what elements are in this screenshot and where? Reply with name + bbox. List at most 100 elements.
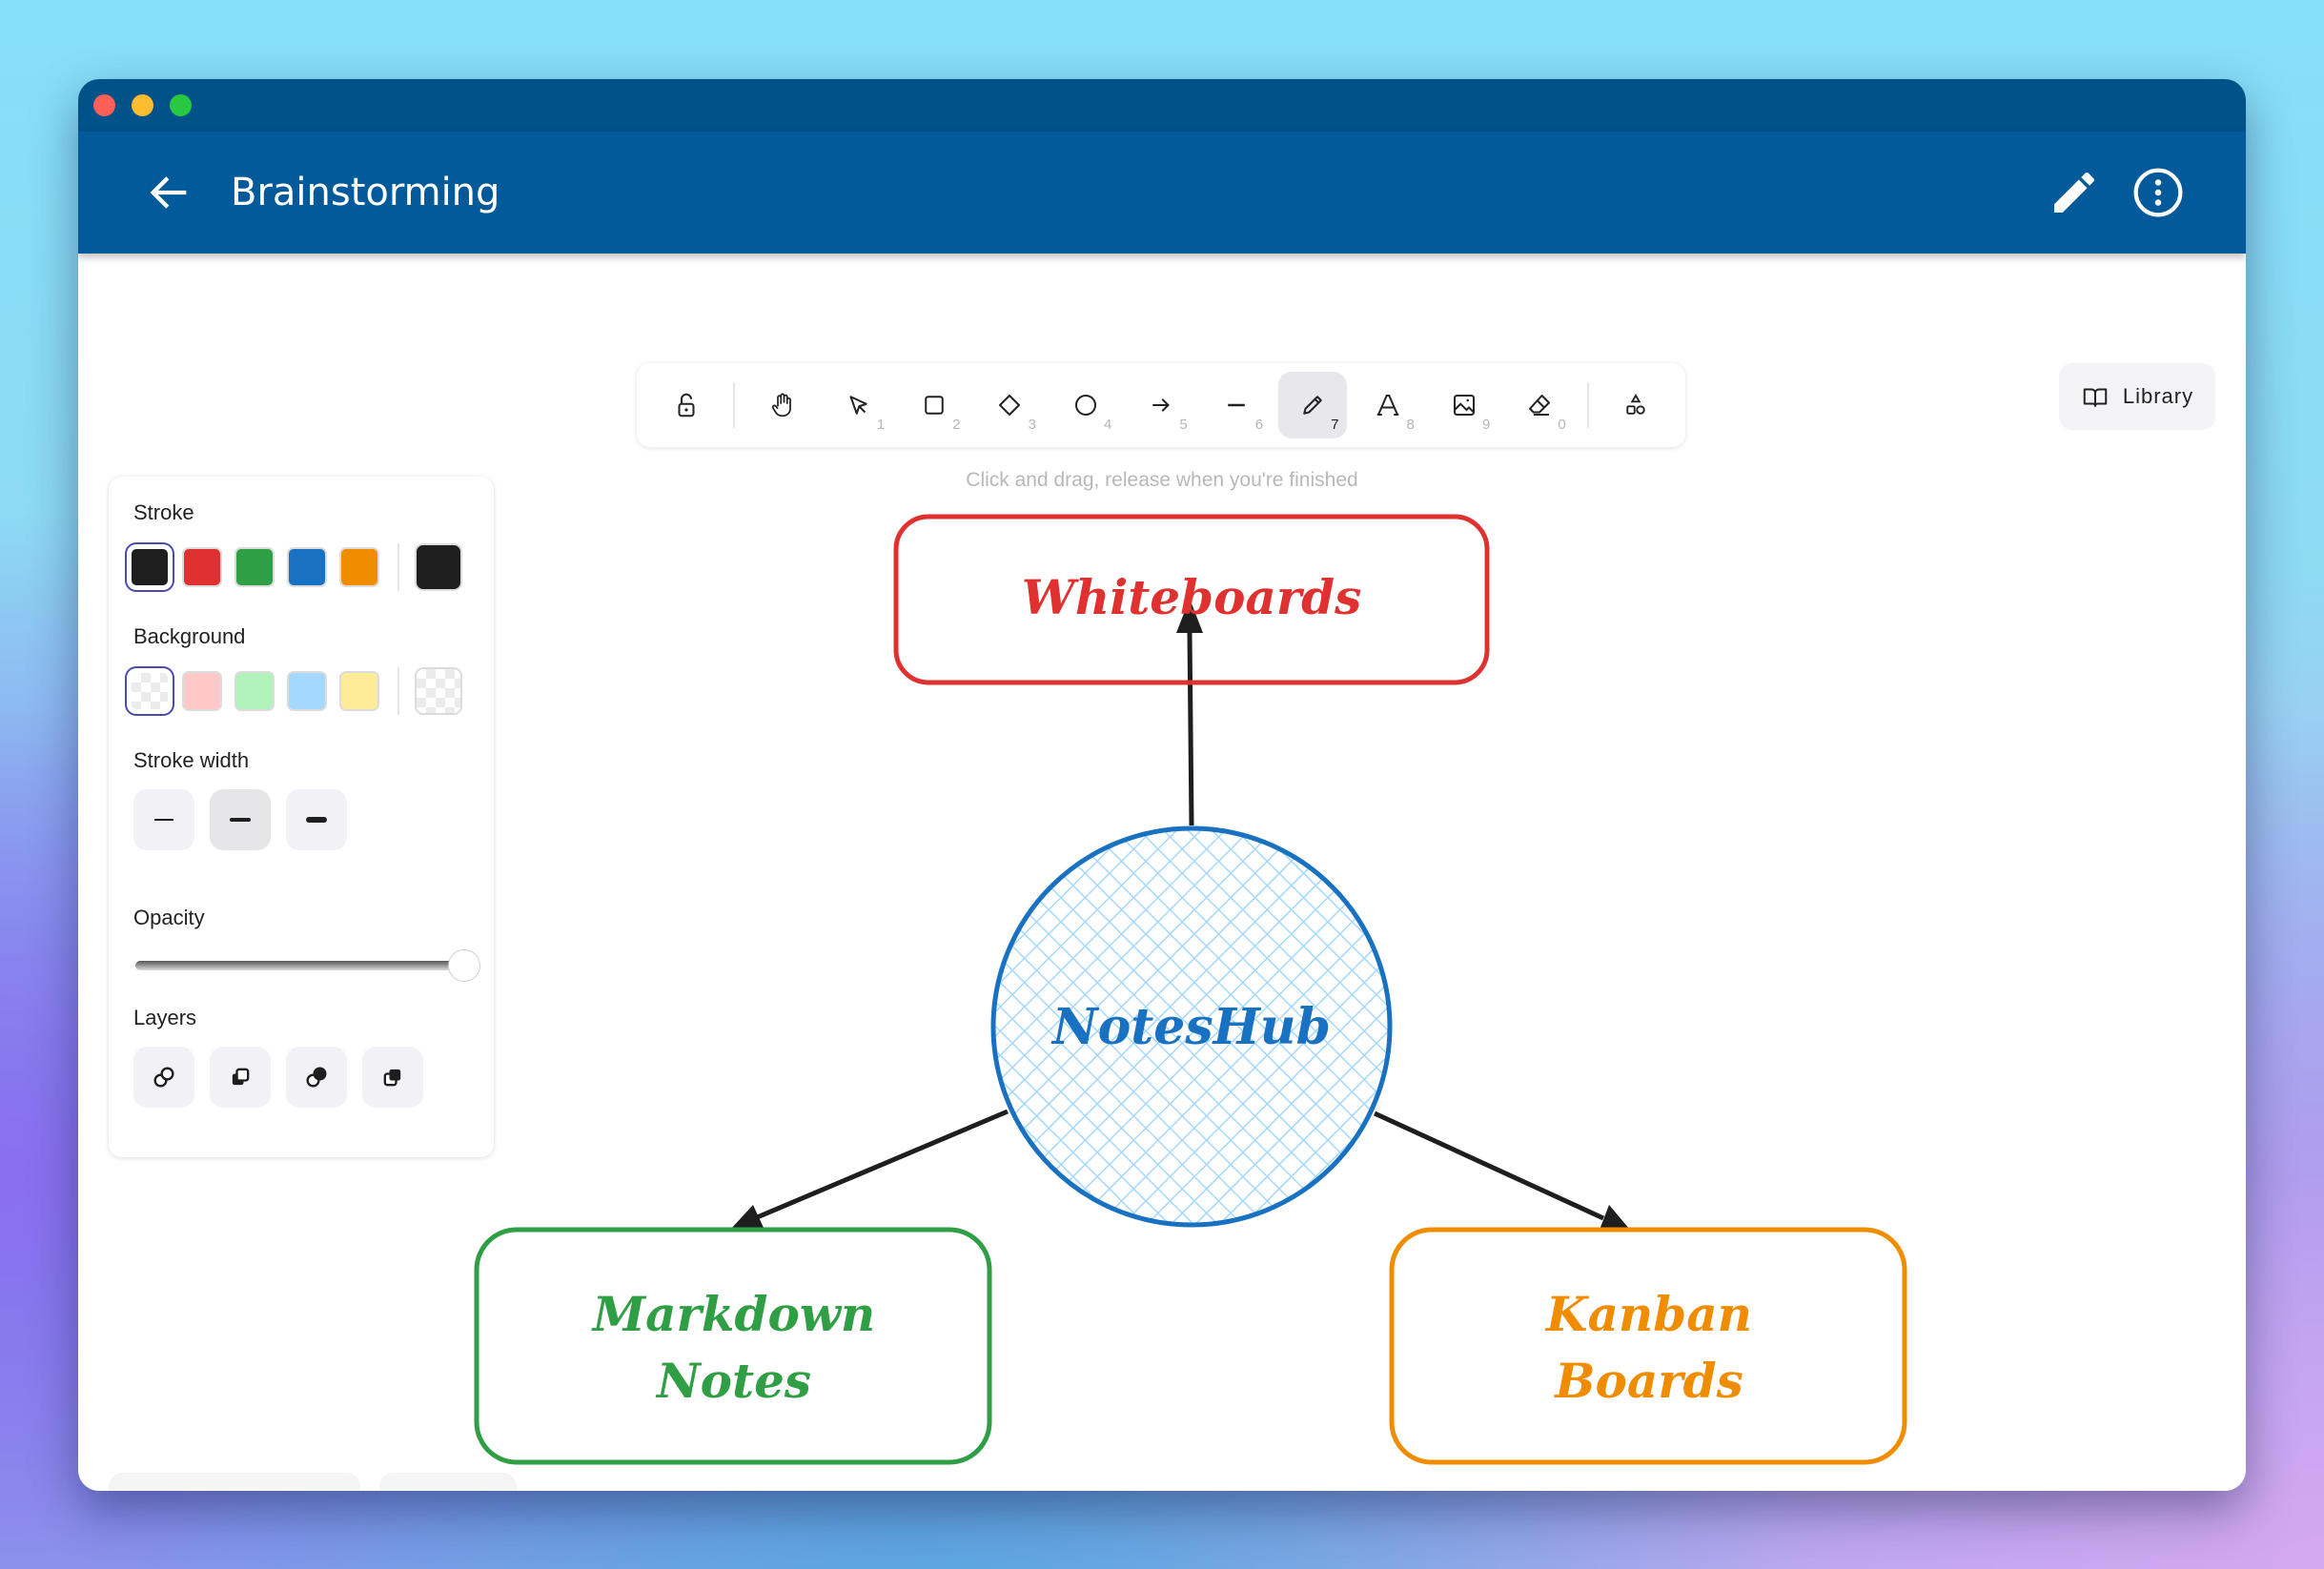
more-vertical-icon — [2133, 168, 2183, 217]
line-icon — [1228, 403, 1246, 407]
stroke-width-options — [133, 789, 347, 850]
opacity-slider-thumb[interactable] — [448, 949, 480, 982]
noteshub-label: NotesHub — [1050, 998, 1331, 1056]
bring-forward-button[interactable] — [286, 1047, 347, 1108]
background-swatch-red[interactable] — [182, 671, 222, 711]
stroke-swatch-black[interactable] — [130, 547, 170, 587]
markdown-label-line1: Markdown — [591, 1286, 875, 1342]
swatch-divider — [398, 667, 399, 715]
tool-shortcut: 2 — [952, 417, 961, 433]
tool-shortcut: 9 — [1481, 417, 1491, 433]
undo-button[interactable] — [393, 1486, 435, 1491]
kanban-label-line2: Boards — [1553, 1353, 1743, 1409]
properties-panel: Stroke Background Stroke width Opacity L… — [109, 477, 494, 1157]
stroke-current-color[interactable] — [415, 543, 462, 591]
kanban-label-line1: Kanban — [1544, 1286, 1752, 1342]
close-window-button[interactable] — [93, 94, 115, 116]
tool-arrow[interactable]: 5 — [1127, 372, 1194, 438]
arrow-left-icon — [150, 176, 187, 209]
tool-draw[interactable]: 7 — [1278, 372, 1347, 438]
edit-button[interactable] — [2048, 166, 2101, 219]
stroke-swatch-green[interactable] — [234, 547, 275, 587]
background-current-color[interactable] — [415, 667, 462, 715]
whiteboards-label: Whiteboards — [1022, 569, 1362, 625]
tool-shortcut: 4 — [1103, 417, 1112, 433]
thin-line-icon — [154, 819, 173, 821]
tool-ellipse[interactable]: 4 — [1051, 372, 1119, 438]
background-swatch-transparent[interactable] — [130, 671, 170, 711]
zoom-controls: 100% — [109, 1473, 360, 1491]
arrow-to-kanban[interactable] — [1373, 1111, 1630, 1230]
zoom-in-button[interactable] — [303, 1488, 341, 1491]
tool-hand[interactable] — [748, 372, 816, 438]
tool-eraser[interactable]: 0 — [1505, 372, 1573, 438]
background-swatch-yellow[interactable] — [339, 671, 379, 711]
stroke-swatch-red[interactable] — [182, 547, 222, 587]
redo-button[interactable] — [461, 1486, 503, 1491]
tool-text[interactable]: 8 — [1355, 372, 1422, 438]
drawing-canvas[interactable]: NotesHub Whiteboards Markdown Notes Kanb… — [78, 254, 2246, 1491]
tool-shortcut: 6 — [1254, 417, 1264, 433]
image-icon — [1453, 395, 1475, 416]
stroke-width-label: Stroke width — [133, 748, 250, 772]
background-label: Background — [133, 624, 246, 648]
more-options-button[interactable] — [2131, 166, 2185, 219]
minimize-window-button[interactable] — [132, 94, 153, 116]
tool-shortcut: 3 — [1028, 417, 1036, 433]
tool-shortcut: 7 — [1331, 417, 1339, 433]
pencil-icon — [2054, 172, 2094, 213]
tool-lock[interactable] — [652, 372, 720, 438]
kanban-boards-node[interactable]: Kanban Boards — [1389, 1227, 1907, 1465]
stroke-width-thin[interactable] — [133, 789, 194, 850]
arrow-to-markdown[interactable] — [730, 1109, 1009, 1230]
circle-icon — [1074, 395, 1096, 416]
background-color-picker — [130, 667, 475, 715]
background-swatch-green[interactable] — [234, 671, 275, 711]
stroke-label: Stroke — [133, 500, 194, 524]
send-to-back-icon — [153, 1067, 174, 1088]
pointer-icon — [849, 396, 868, 415]
tool-line[interactable]: 6 — [1203, 372, 1271, 438]
arrow-to-whiteboards[interactable] — [1176, 599, 1203, 826]
rectangle-icon — [925, 396, 944, 415]
shapes-icon — [1626, 394, 1646, 415]
opacity-label: Opacity — [133, 906, 205, 929]
layers-label: Layers — [133, 1006, 197, 1029]
tool-image[interactable]: 9 — [1430, 372, 1498, 438]
zoom-out-button[interactable] — [128, 1488, 166, 1491]
stroke-width-extra-bold[interactable] — [286, 789, 347, 850]
library-button[interactable]: Library — [2059, 363, 2215, 430]
markdown-label-line2: Notes — [655, 1353, 811, 1409]
stroke-width-bold[interactable] — [210, 789, 271, 850]
stroke-swatch-blue[interactable] — [287, 547, 327, 587]
app-bar: Brainstorming — [78, 132, 2246, 254]
tool-rectangle[interactable]: 2 — [900, 372, 968, 438]
tool-more-shapes[interactable] — [1602, 372, 1670, 438]
library-label: Library — [2122, 384, 2194, 408]
tool-diamond[interactable]: 3 — [976, 372, 1044, 438]
noteshub-node[interactable]: NotesHub — [990, 825, 1393, 1228]
bring-forward-icon — [306, 1067, 327, 1088]
tool-shortcut: 0 — [1558, 417, 1566, 433]
send-backward-button[interactable] — [210, 1047, 271, 1108]
send-backward-icon — [232, 1068, 250, 1086]
opacity-slider[interactable] — [135, 949, 480, 982]
title-bar — [78, 79, 2246, 132]
stroke-swatch-orange[interactable] — [339, 547, 379, 587]
maximize-window-button[interactable] — [170, 94, 192, 116]
bring-to-front-button[interactable] — [362, 1047, 423, 1108]
send-to-back-button[interactable] — [133, 1047, 194, 1108]
pencil-icon — [1303, 396, 1322, 415]
background-swatch-blue[interactable] — [287, 671, 327, 711]
back-button[interactable] — [145, 168, 194, 217]
book-open-icon — [2083, 388, 2108, 407]
history-controls — [379, 1473, 517, 1491]
swatch-divider — [398, 543, 399, 591]
toolbar-divider — [733, 382, 736, 428]
bring-to-front-icon — [383, 1069, 401, 1087]
markdown-notes-node[interactable]: Markdown Notes — [474, 1227, 992, 1465]
tool-selection[interactable]: 1 — [825, 372, 892, 438]
tool-shortcut: 1 — [876, 417, 886, 433]
app-window: Brainstorming NotesHub Whiteboards Markd… — [78, 79, 2246, 1491]
eraser-icon — [1528, 395, 1550, 416]
